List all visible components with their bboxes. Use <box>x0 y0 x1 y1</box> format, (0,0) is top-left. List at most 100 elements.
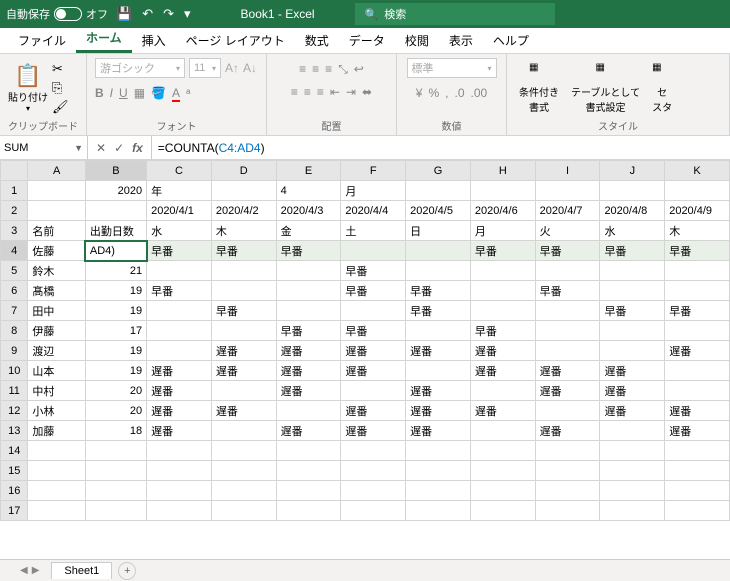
cell[interactable] <box>341 501 406 521</box>
cell[interactable]: 2020 <box>85 181 146 201</box>
cell[interactable]: 名前 <box>28 221 85 241</box>
cell[interactable]: 早番 <box>665 301 730 321</box>
cell[interactable] <box>341 241 406 261</box>
cell[interactable]: 遅番 <box>600 381 665 401</box>
tab-view[interactable]: 表示 <box>439 28 483 53</box>
fx-icon[interactable]: fx <box>132 141 143 155</box>
cell-styles-button[interactable]: ▦セ スタ <box>648 60 676 116</box>
col-header[interactable]: J <box>600 161 665 181</box>
cell[interactable]: 21 <box>85 261 146 281</box>
cell[interactable] <box>470 301 535 321</box>
cell[interactable]: 佐藤 <box>28 241 85 261</box>
cell[interactable]: 月 <box>341 181 406 201</box>
save-icon[interactable]: 💾 <box>116 6 132 22</box>
cell[interactable]: 2020/4/6 <box>470 201 535 221</box>
cell[interactable]: 髙橋 <box>28 281 85 301</box>
dec-decimal-icon[interactable]: .00 <box>471 86 488 100</box>
tab-insert[interactable]: 挿入 <box>132 28 176 53</box>
col-header[interactable]: A <box>28 161 85 181</box>
format-painter-icon[interactable]: 🖌 <box>52 99 69 115</box>
row-header[interactable]: 14 <box>1 441 28 461</box>
cell[interactable] <box>211 281 276 301</box>
formula-bar[interactable]: =COUNTA(C4:AD4) <box>152 136 730 159</box>
cell[interactable]: 遅番 <box>147 421 212 441</box>
cell[interactable]: 早番 <box>341 281 406 301</box>
cell[interactable] <box>406 241 471 261</box>
currency-icon[interactable]: ¥ <box>416 86 423 100</box>
cell[interactable] <box>406 181 471 201</box>
cell[interactable]: 早番 <box>535 241 600 261</box>
phonetic-button[interactable]: ᵃ <box>186 86 190 100</box>
cell[interactable] <box>211 441 276 461</box>
fill-color-button[interactable]: 🪣 <box>151 86 166 100</box>
row-header[interactable]: 7 <box>1 301 28 321</box>
cell[interactable]: 火 <box>535 221 600 241</box>
comma-icon[interactable]: , <box>445 86 448 100</box>
cell[interactable] <box>665 281 730 301</box>
cell[interactable] <box>28 481 85 501</box>
cell[interactable]: 田中 <box>28 301 85 321</box>
cell[interactable]: 遅番 <box>276 361 341 381</box>
cell[interactable] <box>535 481 600 501</box>
cell[interactable]: 遅番 <box>406 381 471 401</box>
cell[interactable]: 遅番 <box>211 361 276 381</box>
cell[interactable] <box>535 301 600 321</box>
cell[interactable]: 早番 <box>211 301 276 321</box>
cell[interactable]: 20 <box>85 401 146 421</box>
cell[interactable]: 2020/4/4 <box>341 201 406 221</box>
prev-sheet-icon[interactable]: ◀ <box>20 565 28 576</box>
cell[interactable]: 遅番 <box>276 421 341 441</box>
cancel-formula-icon[interactable]: ✕ <box>96 141 106 155</box>
cell[interactable]: 20 <box>85 381 146 401</box>
col-header[interactable]: C <box>147 161 212 181</box>
cell[interactable] <box>535 261 600 281</box>
col-header[interactable]: E <box>276 161 341 181</box>
row-header[interactable]: 3 <box>1 221 28 241</box>
cell[interactable] <box>470 441 535 461</box>
format-as-table-button[interactable]: ▦テーブルとして 書式設定 <box>567 60 644 116</box>
cell[interactable] <box>211 261 276 281</box>
cell[interactable] <box>341 301 406 321</box>
cell[interactable] <box>147 341 212 361</box>
cell[interactable] <box>341 481 406 501</box>
cell[interactable]: 加藤 <box>28 421 85 441</box>
tab-file[interactable]: ファイル <box>8 28 76 53</box>
wrap-text-icon[interactable]: ↩ <box>354 62 364 77</box>
cell[interactable] <box>211 501 276 521</box>
cell[interactable]: 木 <box>665 221 730 241</box>
row-header[interactable]: 4 <box>1 241 28 261</box>
cell[interactable]: 遅番 <box>211 401 276 421</box>
cell[interactable] <box>406 461 471 481</box>
cell[interactable]: 18 <box>85 421 146 441</box>
row-header[interactable]: 8 <box>1 321 28 341</box>
cell[interactable]: 遅番 <box>147 361 212 381</box>
cell[interactable]: 早番 <box>406 301 471 321</box>
cell[interactable] <box>535 501 600 521</box>
cell[interactable] <box>406 441 471 461</box>
cell[interactable]: 2020/4/5 <box>406 201 471 221</box>
align-left-icon[interactable]: ≡ <box>291 85 298 99</box>
decrease-font-icon[interactable]: A↓ <box>243 61 257 75</box>
number-format-select[interactable]: 標準▾ <box>407 58 497 78</box>
font-name-select[interactable]: 游ゴシック▾ <box>95 58 185 78</box>
cell[interactable]: 19 <box>85 281 146 301</box>
cell[interactable]: 遅番 <box>470 401 535 421</box>
cell[interactable]: 遅番 <box>341 361 406 381</box>
cell[interactable] <box>28 201 85 221</box>
col-header[interactable]: G <box>406 161 471 181</box>
cell[interactable]: 早番 <box>211 241 276 261</box>
row-header[interactable]: 1 <box>1 181 28 201</box>
cell[interactable] <box>341 441 406 461</box>
cell[interactable]: 水 <box>600 221 665 241</box>
cell[interactable]: 年 <box>147 181 212 201</box>
cell[interactable]: 遅番 <box>600 361 665 381</box>
align-bottom-icon[interactable]: ≡ <box>325 62 332 77</box>
row-header[interactable]: 17 <box>1 501 28 521</box>
cell[interactable] <box>470 501 535 521</box>
cell[interactable] <box>600 421 665 441</box>
cell[interactable] <box>406 361 471 381</box>
cell[interactable] <box>85 481 146 501</box>
cell[interactable]: 遅番 <box>470 341 535 361</box>
cell[interactable] <box>665 441 730 461</box>
name-box[interactable]: SUM▼ <box>0 136 88 159</box>
